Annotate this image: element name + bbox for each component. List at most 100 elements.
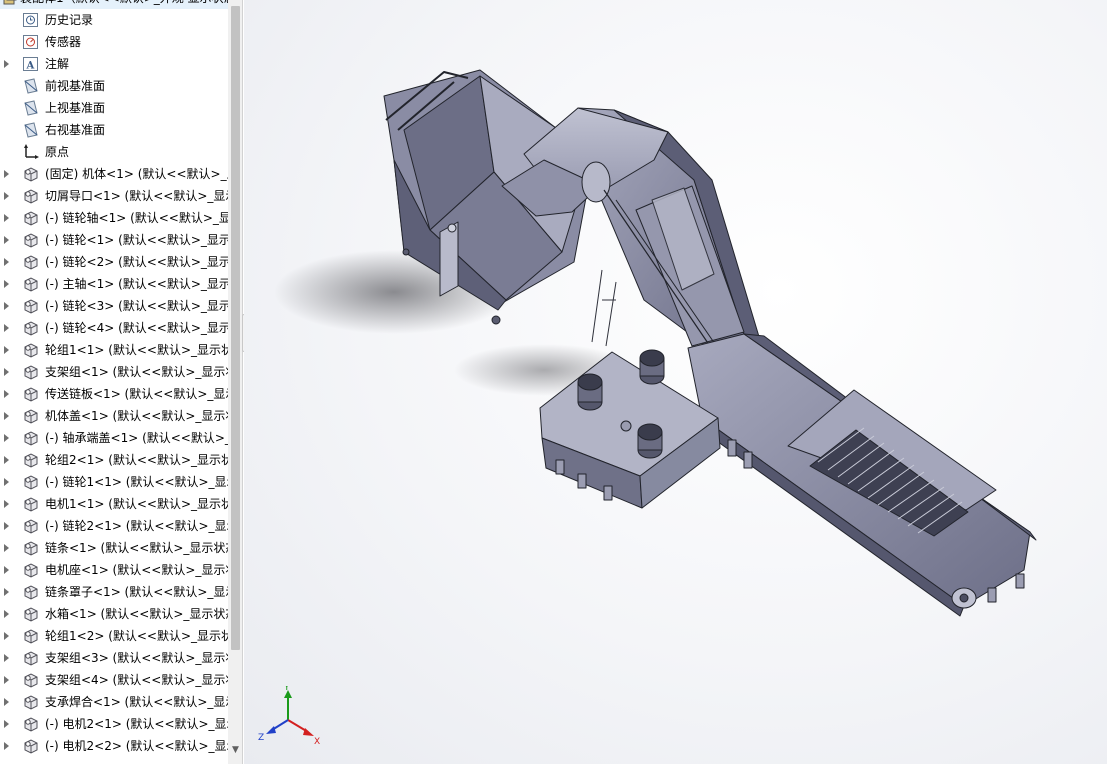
tree-item-row[interactable]: 轮组2<1> (默认<<默认>_显示状态 (0, 449, 228, 471)
expand-arrow-icon[interactable] (4, 654, 9, 662)
expand-arrow-icon[interactable] (4, 346, 9, 354)
tree-item-row[interactable]: 轮组1<1> (默认<<默认>_显示状态 (0, 339, 228, 361)
expand-arrow-icon[interactable] (4, 280, 9, 288)
expand-arrow-icon[interactable] (4, 478, 9, 486)
expand-arrow-icon[interactable] (4, 566, 9, 574)
scroll-down-arrow-icon[interactable]: ▼ (231, 744, 240, 756)
tree-item-row[interactable]: 机体盖<1> (默认<<默认>_显示状 (0, 405, 228, 427)
expand-arrow-icon[interactable] (4, 522, 9, 530)
tree-item-row[interactable]: 链条罩子<1> (默认<<默认>_显示 (0, 581, 228, 603)
tree-item-label: 切屑导口<1> (默认<<默认>_显示 (45, 189, 228, 203)
feature-manager-tree[interactable]: 装配体1（默认<<默认>_外观 显示状态 历史记录传感器 A 注解前视基准面上视基准… (0, 0, 243, 764)
tree-item-row[interactable]: (-) 电机2<1> (默认<<默认>_显示 (0, 713, 228, 735)
expand-arrow-icon[interactable] (4, 676, 9, 684)
expand-arrow-icon[interactable] (4, 258, 9, 266)
tree-scrollbar[interactable]: ▼ (228, 0, 242, 764)
part-icon (22, 298, 40, 314)
tree-item-row[interactable]: 上视基准面 (0, 97, 228, 119)
part-icon (22, 408, 40, 424)
tree-item-label: (固定) 机体<1> (默认<<默认>_显 (45, 167, 228, 181)
part-icon (22, 232, 40, 248)
tree-item-label: 轮组2<1> (默认<<默认>_显示状态 (45, 453, 228, 467)
tree-item-row[interactable]: (-) 链轮<1> (默认<<默认>_显示状 (0, 229, 228, 251)
chip-conveyor-model[interactable] (244, 0, 1107, 764)
tree-item-label: 链条罩子<1> (默认<<默认>_显示 (45, 585, 228, 599)
tree-item-label: 轮组1<2> (默认<<默认>_显示状态 (45, 629, 228, 643)
support-legs (591, 269, 617, 347)
tree-item-row[interactable]: 电机座<1> (默认<<默认>_显示状 (0, 559, 228, 581)
tree-item-row[interactable]: 传感器 (0, 31, 228, 53)
part-icon (22, 210, 40, 226)
tree-item-row[interactable]: 支架组<1> (默认<<默认>_显示状 (0, 361, 228, 383)
tree-item-row[interactable]: (-) 轴承端盖<1> (默认<<默认>_外 (0, 427, 228, 449)
tree-item-label: 上视基准面 (45, 101, 106, 115)
scroll-thumb[interactable] (231, 6, 240, 650)
tree-item-row[interactable]: 传送链板<1> (默认<<默认>_显示状 (0, 383, 228, 405)
tree-item-row[interactable]: 原点 (0, 141, 228, 163)
expand-arrow-icon[interactable] (4, 214, 9, 222)
tree-item-label: 传感器 (45, 35, 82, 49)
tree-item-row[interactable]: 右视基准面 (0, 119, 228, 141)
tree-item-row[interactable]: (-) 链轮2<1> (默认<<默认>_显示 (0, 515, 228, 537)
tree-item-row[interactable]: (-) 链轮<2> (默认<<默认>_显示状 (0, 251, 228, 273)
expand-arrow-icon[interactable] (4, 368, 9, 376)
part-icon (22, 694, 40, 710)
expand-arrow-icon[interactable] (4, 192, 9, 200)
expand-arrow-icon[interactable] (4, 390, 9, 398)
tree-item-label: 电机座<1> (默认<<默认>_显示状 (45, 563, 228, 577)
tree-item-row[interactable]: 轮组1<2> (默认<<默认>_显示状态 (0, 625, 228, 647)
tree-item-row[interactable]: 切屑导口<1> (默认<<默认>_显示 (0, 185, 228, 207)
part-icon (22, 738, 40, 754)
tree-item-row[interactable]: 水箱<1> (默认<<默认>_显示状态 (0, 603, 228, 625)
tree-item-row[interactable]: (-) 链轮<4> (默认<<默认>_显示状 (0, 317, 228, 339)
tree-item-row[interactable]: 历史记录 (0, 9, 228, 31)
tree-item-row[interactable]: 支架组<4> (默认<<默认>_显示状 (0, 669, 228, 691)
expand-arrow-icon[interactable] (4, 60, 9, 68)
expand-arrow-icon[interactable] (4, 412, 9, 420)
expand-arrow-icon[interactable] (4, 170, 9, 178)
tree-item-label: (-) 轴承端盖<1> (默认<<默认>_外 (45, 431, 228, 445)
expand-arrow-icon[interactable] (4, 720, 9, 728)
expand-arrow-icon[interactable] (4, 544, 9, 552)
tree-item-label: 原点 (45, 145, 70, 159)
expand-arrow-icon[interactable] (4, 610, 9, 618)
expand-arrow-icon[interactable] (4, 742, 9, 750)
part-icon (22, 584, 40, 600)
plane-icon (22, 122, 40, 138)
expand-arrow-icon[interactable] (4, 500, 9, 508)
svg-text:A: A (26, 61, 35, 72)
tree-item-row[interactable]: A 注解 (0, 53, 228, 75)
tree-item-row[interactable]: 链条<1> (默认<<默认>_显示状态 (0, 537, 228, 559)
tree-item-row[interactable]: (-) 链轮轴<1> (默认<<默认>_显示 (0, 207, 228, 229)
plane-icon (22, 100, 40, 116)
expand-arrow-icon[interactable] (4, 698, 9, 706)
expand-arrow-icon[interactable] (4, 456, 9, 464)
tree-item-row[interactable]: 电机1<1> (默认<<默认>_显示状态 (0, 493, 228, 515)
expand-arrow-icon[interactable] (4, 434, 9, 442)
tree-root-row[interactable]: 装配体1（默认<<默认>_外观 显示状态 (0, 0, 228, 9)
graphics-viewport[interactable]: Y X Z (244, 0, 1107, 764)
tree-item-row[interactable]: (-) 链轮<3> (默认<<默认>_显示状 (0, 295, 228, 317)
part-icon (22, 276, 40, 292)
expand-arrow-icon[interactable] (4, 302, 9, 310)
expand-arrow-icon[interactable] (4, 588, 9, 596)
tree-item-row[interactable]: (-) 链轮1<1> (默认<<默认>_显示 (0, 471, 228, 493)
expand-arrow-icon[interactable] (4, 632, 9, 640)
triad-z-label: Z (258, 733, 264, 743)
tree-list: 装配体1（默认<<默认>_外观 显示状态 历史记录传感器 A 注解前视基准面上视基准… (0, 0, 228, 757)
tree-item-label: 右视基准面 (45, 123, 106, 137)
tree-item-row[interactable]: 前视基准面 (0, 75, 228, 97)
tree-item-row[interactable]: 支架组<3> (默认<<默认>_显示状 (0, 647, 228, 669)
tree-item-label: 支承焊合<1> (默认<<默认>_显示 (45, 695, 228, 709)
tree-item-label: 电机1<1> (默认<<默认>_显示状态 (45, 497, 228, 511)
plane-icon (22, 78, 40, 94)
part-icon (22, 386, 40, 402)
part-icon (22, 320, 40, 336)
expand-arrow-icon[interactable] (4, 236, 9, 244)
part-icon (22, 716, 40, 732)
tree-item-row[interactable]: (-) 主轴<1> (默认<<默认>_显示状 (0, 273, 228, 295)
tree-item-row[interactable]: 支承焊合<1> (默认<<默认>_显示 (0, 691, 228, 713)
expand-arrow-icon[interactable] (4, 324, 9, 332)
tree-item-row[interactable]: (固定) 机体<1> (默认<<默认>_显 (0, 163, 228, 185)
tree-item-row[interactable]: (-) 电机2<2> (默认<<默认>_显示 (0, 735, 228, 757)
